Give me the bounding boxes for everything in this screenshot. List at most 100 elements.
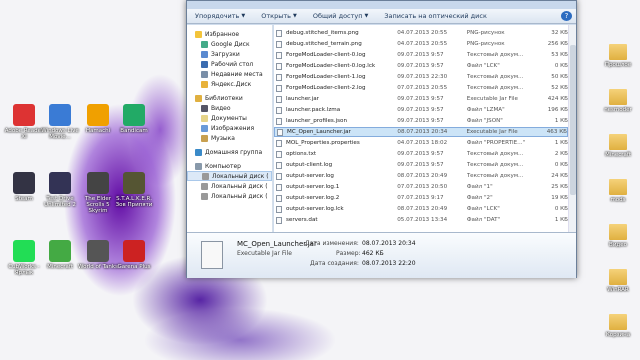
desktop-shortcut[interactable]: CubWorks - Ярлык (4, 240, 44, 276)
desktop-shortcut[interactable]: Test Drive Unlimited 2 (40, 172, 80, 208)
nav-local-disk-1[interactable]: Локальный диск ( (187, 171, 272, 181)
open-button[interactable]: Открыть ▼ (253, 12, 305, 20)
file-icon (276, 117, 282, 125)
desktop-shortcut[interactable]: Windows Live Movie... (40, 104, 80, 140)
file-date: 09.07.2013 9:57 (397, 63, 444, 69)
desktop-folder[interactable]: mods (598, 175, 638, 203)
desktop-folder[interactable]: Minecraft (598, 130, 638, 158)
file-name: output-server.log.2 (286, 195, 340, 201)
nav-homegroup[interactable]: Домашняя группа (187, 147, 272, 157)
nav-documents[interactable]: Документы (187, 113, 272, 123)
file-icon (276, 40, 282, 48)
file-size: 0 КБ (554, 63, 568, 69)
desktop-folder[interactable]: Корзина (598, 310, 638, 338)
desktop-folder[interactable]: Прошлое (598, 40, 638, 68)
nav-music[interactable]: Музыка (187, 133, 272, 143)
file-date: 09.07.2013 9:57 (397, 52, 444, 58)
desktop-shortcut[interactable]: Adobe Reader XI (4, 104, 44, 140)
file-name: launcher_profiles.json (286, 118, 348, 124)
scrollbar-thumb[interactable] (570, 45, 576, 195)
file-size: 25 КБ (551, 184, 568, 190)
video-icon (201, 104, 208, 112)
desktop-shortcut[interactable]: S.T.A.L.K.E.R. Зов Припяти (114, 172, 154, 208)
file-row[interactable]: ForgeModLoader-client-0.log.lck 09.07.201… (274, 61, 568, 71)
file-name: ForgeModLoader-client-1.log (286, 74, 366, 80)
nav-favorites[interactable]: Избранное (187, 29, 272, 39)
file-row[interactable]: debug.stitched_items.png 04.07.2013 20:55… (274, 28, 568, 38)
nav-google-disk[interactable]: Google Диск (187, 39, 272, 49)
app-icon (49, 104, 71, 126)
computer-icon (195, 162, 202, 170)
nav-local-disk-2[interactable]: Локальный диск ( (187, 181, 272, 191)
nav-local-disk-3[interactable]: Локальный диск ( (187, 191, 272, 201)
file-row[interactable]: launcher.pack.lzma 09.07.2013 9:57 Файл "L… (274, 105, 568, 115)
nav-label: Яндекс.Диск (211, 80, 252, 88)
file-row[interactable]: output-server.log.1 07.07.2013 20:50 Файл … (274, 182, 568, 192)
desktop-shortcut[interactable]: Bandicam (114, 104, 154, 134)
desktop-folder[interactable]: nesmoder (598, 85, 638, 113)
file-row[interactable]: output-client.log 09.07.2013 9:57 Текстовы… (274, 160, 568, 170)
file-row[interactable]: ForgeModLoader-client-0.log 09.07.2013 9:… (274, 50, 568, 60)
file-icon (276, 95, 282, 103)
file-row[interactable]: output-server.log.lck 08.07.2013 20:49 Фай… (274, 204, 568, 214)
file-type: Текстовый докум... (466, 173, 524, 179)
file-row[interactable]: servers.dat 05.07.2013 13:34 Файл "DAT" 1 К… (274, 215, 568, 225)
desktop-shortcut[interactable]: World of Tanks (78, 240, 118, 270)
organize-label: Упорядочить (195, 12, 240, 20)
file-icon (276, 194, 282, 202)
share-button[interactable]: Общий доступ ▼ (305, 12, 377, 20)
desktop-shortcut[interactable]: Steam (4, 172, 44, 202)
desktop-shortcut-label: Steam (15, 196, 33, 202)
desktop-folder[interactable]: Видео (598, 220, 638, 248)
file-type: Executable Jar File (466, 129, 518, 135)
desktop-shortcut[interactable]: Minecraft (40, 240, 80, 270)
file-row[interactable]: MOL_Properties.properties 04.07.2013 18:0… (274, 138, 568, 148)
file-date: 07.07.2013 20:50 (397, 184, 448, 190)
desktop-shortcut-label: Bandicam (120, 128, 148, 134)
file-date: 09.07.2013 22:30 (397, 74, 448, 80)
file-size: 463 КБ (546, 129, 567, 135)
file-row[interactable]: output-server.log 08.07.2013 20:49 Текстов… (274, 171, 568, 181)
desktop-folder[interactable]: WinRAR (598, 265, 638, 293)
nav-computer[interactable]: Компьютер (187, 161, 272, 171)
nav-label: Библиотеки (205, 94, 243, 102)
nav-desktop[interactable]: Рабочий стол (187, 59, 272, 69)
file-size: 50 КБ (551, 74, 568, 80)
app-icon (87, 104, 109, 126)
file-row[interactable]: output-server.log.2 07.07.2013 9:17 Файл "… (274, 193, 568, 203)
file-row[interactable]: ForgeModLoader-client-2.log 07.07.2013 20… (274, 83, 568, 93)
desktop-shortcut-label: World of Tanks (78, 264, 118, 270)
help-icon[interactable]: ? (561, 11, 572, 21)
file-icon (276, 216, 282, 224)
library-icon (195, 94, 202, 102)
file-row[interactable]: ForgeModLoader-client-1.log 09.07.2013 22… (274, 72, 568, 82)
desktop-shortcut-label: Adobe Reader XI (4, 128, 44, 140)
desktop-shortcut[interactable]: Garena Plus (114, 240, 154, 270)
desktop-shortcut[interactable]: Hamachi (78, 104, 118, 134)
nav-label: Рабочий стол (211, 60, 254, 68)
nav-libraries[interactable]: Библиотеки (187, 93, 272, 103)
file-date: 04.07.2013 18:02 (397, 140, 448, 146)
burn-button[interactable]: Записать на оптический диск (376, 12, 494, 20)
file-row[interactable]: launcher_profiles.json 09.07.2013 9:57 Фай… (274, 116, 568, 126)
file-size: 0 КБ (554, 162, 568, 168)
drive-icon (201, 182, 208, 190)
music-icon (201, 134, 208, 142)
google-drive-icon (201, 40, 208, 48)
file-type: Файл "LZMA" (466, 107, 505, 113)
vertical-scrollbar[interactable] (568, 25, 576, 232)
nav-yandex-disk[interactable]: Яндекс.Диск (187, 79, 272, 89)
desktop-shortcut[interactable]: The Elder Scrolls 5 Skyrim (78, 172, 118, 214)
nav-label: Локальный диск ( (211, 182, 268, 190)
file-name: ForgeModLoader-client-0.log (286, 52, 366, 58)
nav-downloads[interactable]: Загрузки (187, 49, 272, 59)
file-row[interactable]: options.txt 09.07.2013 9:57 Текстовый доку… (274, 149, 568, 159)
app-icon (87, 172, 109, 194)
file-row[interactable]: debug.stitched_terrain.png 04.07.2013 20:… (274, 39, 568, 49)
file-row[interactable]: MC_Open_Launcher.jar 08.07.2013 20:34 Exec… (274, 127, 568, 137)
nav-images[interactable]: Изображения (187, 123, 272, 133)
file-row[interactable]: launcher.jar 09.07.2013 9:57 Executable Ja… (274, 94, 568, 104)
organize-button[interactable]: Упорядочить ▼ (187, 12, 253, 20)
nav-video[interactable]: Видео (187, 103, 272, 113)
nav-recent[interactable]: Недавние места (187, 69, 272, 79)
